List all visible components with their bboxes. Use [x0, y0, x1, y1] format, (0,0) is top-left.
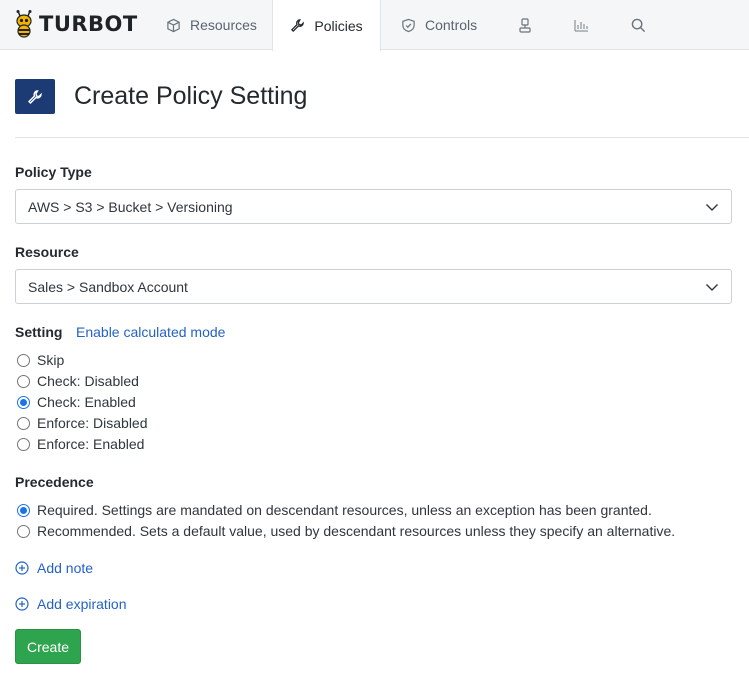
chart-icon — [573, 19, 588, 32]
nav-tab-policies[interactable]: Policies — [272, 0, 381, 51]
logo-text: TURBOT — [39, 12, 138, 36]
precedence-option-required[interactable]: Required. Settings are mandated on desce… — [17, 501, 652, 519]
radio-label: Check: Enabled — [37, 394, 136, 410]
nav-reports-button[interactable] — [566, 0, 596, 50]
add-note-label: Add note — [37, 560, 94, 576]
resource-select[interactable]: Sales > Sandbox Account — [15, 269, 732, 304]
user-icon — [519, 17, 531, 33]
policy-type-select[interactable]: AWS > S3 > Bucket > Versioning — [15, 189, 732, 224]
chevron-down-icon — [706, 284, 718, 291]
radio-button[interactable] — [17, 524, 30, 538]
header-divider — [15, 137, 749, 138]
nav-search-button[interactable] — [623, 0, 653, 50]
search-icon — [631, 18, 645, 32]
radio-label: Check: Disabled — [37, 373, 139, 389]
resource-label: Resource — [15, 244, 79, 260]
policy-type-label: Policy Type — [15, 164, 92, 180]
radio-button[interactable] — [17, 416, 30, 430]
setting-option-enforce-disabled[interactable]: Enforce: Disabled — [17, 414, 148, 432]
radio-label: Enforce: Enabled — [37, 436, 145, 452]
add-expiration-label: Add expiration — [37, 596, 127, 612]
plus-circle-icon — [15, 597, 29, 611]
setting-option-enforce-enabled[interactable]: Enforce: Enabled — [17, 435, 144, 453]
nav-tab-label: Resources — [190, 17, 257, 33]
nav-tab-controls[interactable]: Controls — [401, 0, 477, 50]
precedence-label: Precedence — [15, 474, 94, 490]
wrench-icon — [28, 89, 42, 104]
nav-tab-resources[interactable]: Resources — [166, 0, 257, 50]
radio-label: Required. Settings are mandated on desce… — [37, 502, 652, 518]
top-nav: TURBOT Resources Policies Controls — [0, 0, 749, 51]
radio-button[interactable] — [17, 353, 30, 367]
radio-button[interactable] — [17, 374, 30, 388]
precedence-option-recommended[interactable]: Recommended. Sets a default value, used … — [17, 522, 675, 540]
cube-icon — [167, 18, 180, 32]
setting-option-check-enabled[interactable]: Check: Enabled — [17, 393, 136, 411]
page-header-icon-box — [15, 79, 55, 114]
nav-user-button[interactable] — [510, 0, 540, 50]
create-button[interactable]: Create — [15, 629, 81, 664]
setting-label: Setting — [15, 324, 63, 340]
nav-tab-label: Policies — [314, 17, 363, 34]
chevron-down-icon — [706, 204, 718, 211]
nav-tab-label: Controls — [425, 17, 478, 33]
setting-option-skip[interactable]: Skip — [17, 351, 64, 369]
shield-check-icon — [402, 18, 415, 32]
resource-value: Sales > Sandbox Account — [28, 279, 188, 295]
plus-circle-icon — [15, 561, 29, 575]
turbot-logo[interactable]: TURBOT — [13, 9, 138, 39]
setting-option-check-disabled[interactable]: Check: Disabled — [17, 372, 139, 390]
wrench-icon — [291, 19, 305, 33]
page-title: Create Policy Setting — [74, 82, 308, 110]
radio-button[interactable] — [17, 437, 30, 451]
bee-mascot-icon — [16, 10, 32, 38]
radio-label: Recommended. Sets a default value, used … — [37, 523, 676, 539]
enable-calculated-mode-link[interactable]: Enable calculated mode — [76, 324, 225, 340]
add-expiration-link[interactable]: Add expiration — [15, 595, 127, 613]
radio-label: Skip — [37, 352, 65, 368]
radio-button-selected[interactable] — [17, 503, 30, 517]
add-note-link[interactable]: Add note — [15, 559, 93, 577]
radio-button-selected[interactable] — [17, 395, 30, 409]
policy-type-value: AWS > S3 > Bucket > Versioning — [28, 199, 233, 215]
radio-label: Enforce: Disabled — [37, 415, 148, 431]
